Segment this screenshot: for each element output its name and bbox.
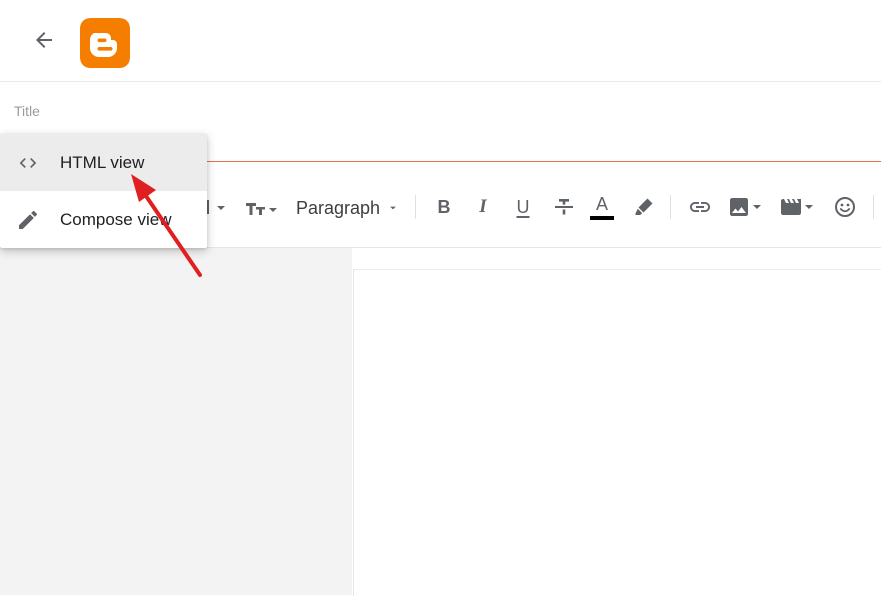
menu-item-compose-view[interactable]: Compose view — [0, 191, 207, 248]
toolbar-divider — [670, 195, 671, 219]
font-size-icon — [246, 203, 277, 215]
italic-button[interactable]: I — [471, 194, 495, 220]
video-icon — [781, 199, 813, 215]
blogger-logo[interactable] — [80, 18, 130, 68]
arrow-left-icon — [36, 32, 52, 48]
insert-video-button[interactable] — [779, 195, 817, 219]
highlighter-icon — [635, 198, 653, 215]
app-header — [0, 0, 881, 82]
insert-image-button[interactable] — [727, 195, 765, 219]
back-button[interactable] — [22, 20, 66, 60]
strikethrough-icon — [555, 199, 573, 215]
paragraph-style-label: Paragraph — [296, 197, 381, 218]
view-mode-menu: HTML view Compose view — [0, 134, 207, 248]
strikethrough-button[interactable] — [552, 193, 576, 221]
italic-icon: I — [479, 196, 487, 217]
menu-item-label: HTML view — [60, 152, 145, 172]
code-brackets-icon — [16, 151, 40, 175]
menu-item-html-view[interactable]: HTML view — [0, 134, 207, 191]
post-body-editor[interactable] — [353, 269, 881, 596]
link-button[interactable] — [687, 195, 713, 219]
underline-icon: U — [516, 196, 530, 217]
paragraph-style-dropdown[interactable]: Paragraph — [296, 195, 398, 221]
text-color-icon: A — [595, 193, 608, 214]
post-title-input[interactable] — [14, 100, 864, 122]
emoji-icon — [835, 197, 855, 217]
text-color-button[interactable]: A — [589, 193, 615, 221]
highlight-button[interactable] — [631, 194, 657, 220]
font-size-button[interactable] — [243, 196, 279, 220]
emoji-button[interactable] — [832, 195, 858, 219]
bold-icon: B — [437, 196, 451, 217]
chevron-down-icon — [390, 206, 396, 210]
pencil-icon — [16, 208, 40, 232]
toolbar-divider — [873, 195, 874, 219]
text-color-swatch — [590, 215, 614, 220]
image-icon — [730, 198, 761, 216]
link-icon — [690, 202, 710, 212]
bold-button[interactable]: B — [432, 194, 456, 220]
editor-side-panel — [0, 248, 352, 595]
underline-button[interactable]: U — [511, 193, 535, 221]
toolbar-divider — [415, 195, 416, 219]
menu-item-label: Compose view — [60, 209, 172, 229]
